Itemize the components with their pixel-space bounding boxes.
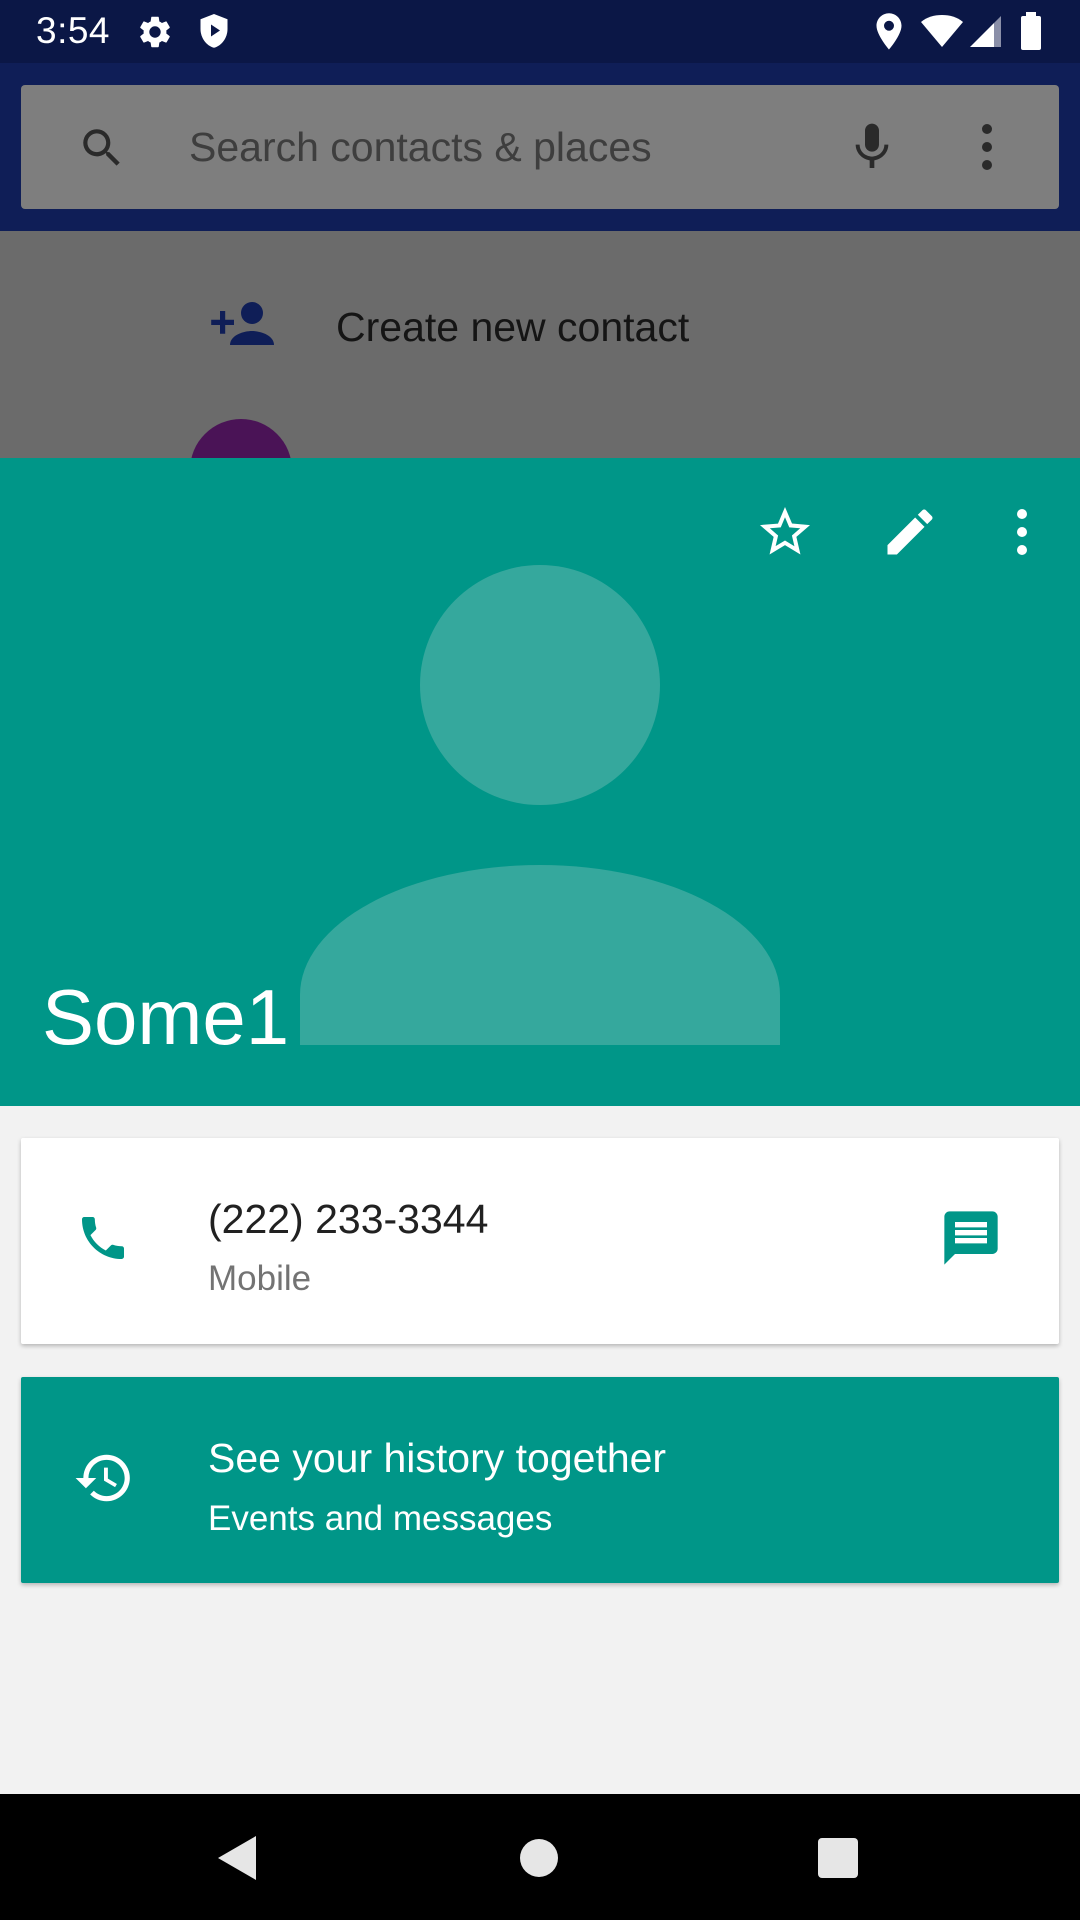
history-title: See your history together (208, 1435, 667, 1481)
search-icon[interactable] (77, 123, 127, 173)
history-subtitle: Events and messages (208, 1499, 553, 1538)
phone-card[interactable] (21, 1138, 1059, 1344)
search-input[interactable]: Search contacts & places (189, 124, 652, 171)
avatar-placeholder-head (420, 565, 660, 805)
signal-icon (970, 16, 1001, 47)
location-icon (876, 13, 902, 50)
status-time: 3:54 (36, 10, 111, 51)
navigation-bar (0, 1794, 1080, 1920)
phone-number[interactable]: (222) 233-3344 (208, 1196, 488, 1243)
message-icon[interactable] (939, 1206, 1003, 1270)
wifi-icon (921, 15, 963, 47)
gear-icon (140, 16, 170, 48)
back-icon[interactable] (216, 1834, 260, 1882)
more-vert-icon[interactable] (979, 123, 995, 171)
battery-icon (1021, 12, 1041, 50)
home-icon[interactable] (518, 1837, 560, 1879)
shield-icon (200, 14, 228, 48)
add-person-icon[interactable] (210, 298, 274, 348)
history-icon (75, 1454, 130, 1502)
phone-icon (82, 1217, 124, 1259)
contact-name: Some1 (42, 973, 290, 1061)
mic-icon[interactable] (844, 119, 900, 175)
recents-icon[interactable] (817, 1837, 859, 1879)
status-bar: 3:54 (0, 0, 1080, 63)
phone-type-label: Mobile (208, 1259, 312, 1298)
more-vert-icon[interactable] (1014, 508, 1030, 556)
create-new-contact-item[interactable]: Create new contact (336, 304, 689, 351)
edit-icon[interactable] (880, 502, 940, 562)
star-outline-icon[interactable] (755, 502, 815, 562)
